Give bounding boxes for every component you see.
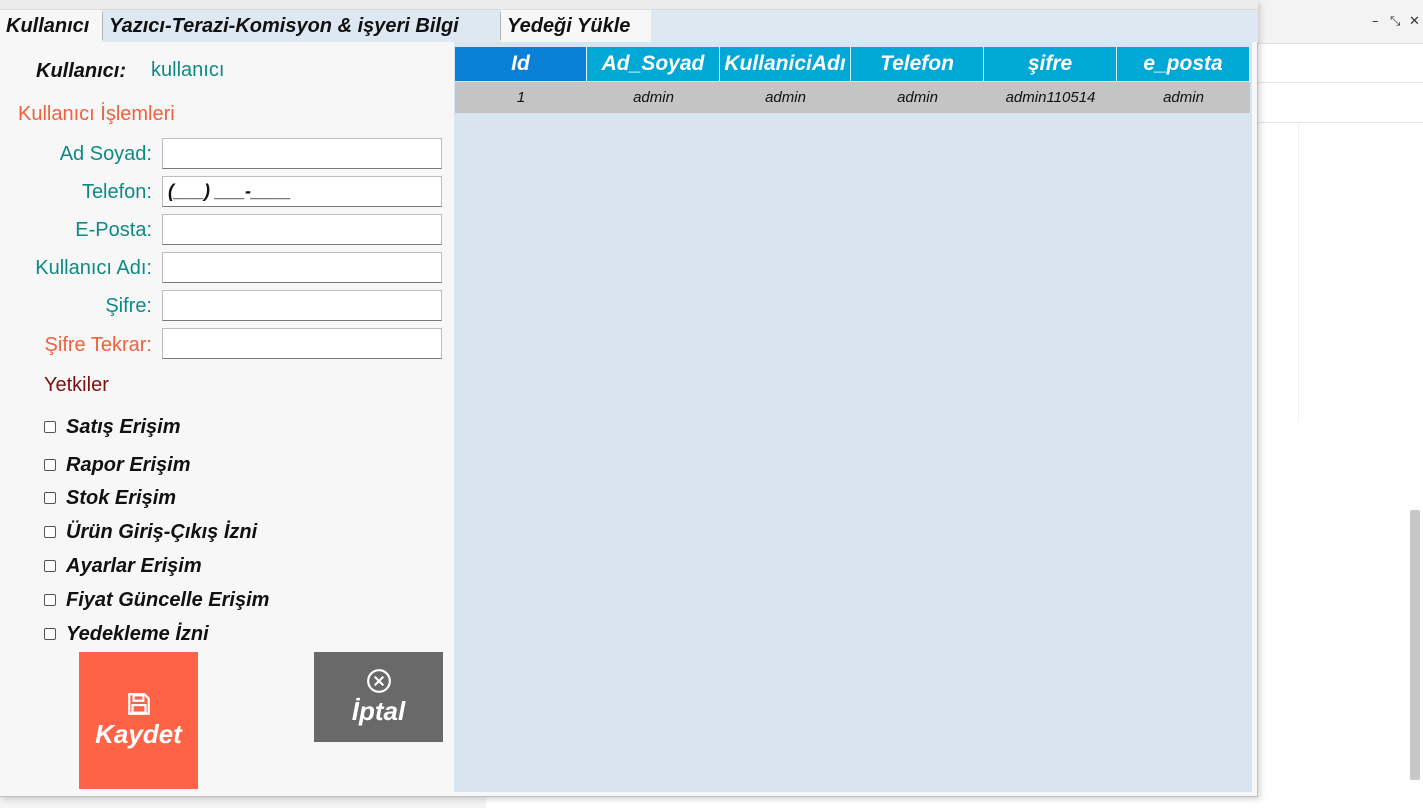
password-repeat-input[interactable] [162, 328, 442, 359]
perm-label: Satış Erişim [66, 415, 181, 438]
permissions-title: Yetkiler [44, 374, 109, 396]
password-input[interactable] [162, 290, 442, 321]
cancel-button-label: İptal [351, 695, 406, 726]
checkbox[interactable] [44, 526, 56, 538]
grid-cell: admin [897, 89, 938, 106]
grid-header-kullanici-adi[interactable]: KullaniciAdı [720, 47, 851, 81]
username-label: Kullanıcı Adı: [35, 257, 152, 279]
perm-fiyat-guncelle[interactable]: Fiyat Güncelle Erişim [44, 588, 269, 612]
divider [1258, 122, 1423, 123]
perm-urun-giris-cikis[interactable]: Ürün Giriş-Çıkış İzni [44, 520, 257, 544]
section-title: Kullanıcı İşlemleri [18, 103, 175, 125]
grid-cell: admin [633, 89, 674, 106]
current-user-value: kullanıcı [151, 59, 225, 81]
perm-ayarlar[interactable]: Ayarlar Erişim [44, 554, 202, 578]
perm-satis[interactable]: Satış Erişim [44, 415, 181, 439]
floppy-disk-icon [127, 693, 150, 715]
divider [1298, 122, 1299, 422]
checkbox[interactable] [44, 492, 56, 504]
close-icon[interactable]: ✕ [1409, 14, 1420, 29]
scrollbar-thumb[interactable] [1410, 510, 1420, 780]
checkbox[interactable] [44, 628, 56, 640]
perm-label: Fiyat Güncelle Erişim [66, 588, 270, 611]
grid-header-telefon[interactable]: Telefon [851, 47, 984, 81]
restore-icon[interactable]: ⤡ [1390, 14, 1400, 29]
perm-label: Ayarlar Erişim [66, 554, 202, 577]
grid-header-ad-soyad[interactable]: Ad_Soyad [587, 47, 720, 81]
minimize-icon[interactable]: – [1372, 14, 1379, 29]
checkbox[interactable] [44, 421, 56, 433]
grid-header-id[interactable]: Id [455, 47, 587, 81]
close-circle-icon [366, 668, 391, 693]
tab-bar: Kullanıcı Yazıcı-Terazi-Komisyon & işyer… [0, 10, 1258, 42]
perm-label: Yedekleme İzni [66, 622, 209, 645]
users-grid[interactable]: Id Ad_Soyad KullaniciAdı Telefon şifre e… [454, 42, 1252, 792]
password-repeat-label: Şifre Tekrar: [44, 334, 152, 356]
grid-cell: admin110514 [1005, 89, 1096, 106]
password-label: Şifre: [105, 295, 152, 317]
phone-input[interactable] [162, 176, 442, 207]
grid-cell: 1 [516, 89, 526, 106]
full-name-input[interactable] [162, 138, 442, 169]
phone-label: Telefon: [81, 181, 152, 203]
perm-label: Stok Erişim [66, 486, 177, 509]
background-title-bar: – ⤡ ✕ [1258, 0, 1423, 44]
checkbox[interactable] [44, 459, 56, 471]
tab-yedegi-yukle[interactable]: Yedeği Yükle [501, 10, 651, 42]
perm-label: Ürün Giriş-Çıkış İzni [66, 520, 258, 543]
grid-cell: admin [1163, 89, 1204, 106]
table-row[interactable]: 1 admin admin admin admin110514 admin [455, 82, 1250, 113]
save-button[interactable]: Kaydet [79, 652, 198, 789]
perm-stok[interactable]: Stok Erişim [44, 486, 176, 510]
username-input[interactable] [162, 252, 442, 283]
current-user-label: Kullanıcı: [36, 60, 127, 82]
perm-label: Rapor Erişim [66, 453, 191, 476]
save-button-label: Kaydet [95, 719, 182, 749]
perm-rapor[interactable]: Rapor Erişim [44, 453, 190, 477]
tab-yazici-terazi[interactable]: Yazıcı-Terazi-Komisyon & işyeri Bilgi [103, 10, 500, 42]
cancel-button[interactable]: İptal [314, 652, 443, 742]
user-form-panel: Kullanıcı: kullanıcı Kullanıcı İşlemleri… [0, 42, 454, 797]
grid-header: Id Ad_Soyad KullaniciAdı Telefon şifre e… [455, 47, 1250, 81]
perm-yedekleme[interactable]: Yedekleme İzni [44, 622, 209, 646]
dialog-title-strip [0, 0, 1258, 10]
grid-cell: admin [765, 89, 806, 106]
grid-header-e-posta[interactable]: e_posta [1117, 47, 1250, 81]
email-input[interactable] [162, 214, 442, 245]
email-label: E-Posta: [75, 219, 152, 241]
grid-header-sifre[interactable]: şifre [984, 47, 1117, 81]
full-name-label: Ad Soyad: [59, 143, 152, 165]
divider [1258, 82, 1423, 83]
checkbox[interactable] [44, 594, 56, 606]
user-management-dialog: Kullanıcı Yazıcı-Terazi-Komisyon & işyer… [0, 0, 1258, 797]
checkbox[interactable] [44, 560, 56, 572]
tab-kullanici[interactable]: Kullanıcı [0, 10, 102, 42]
